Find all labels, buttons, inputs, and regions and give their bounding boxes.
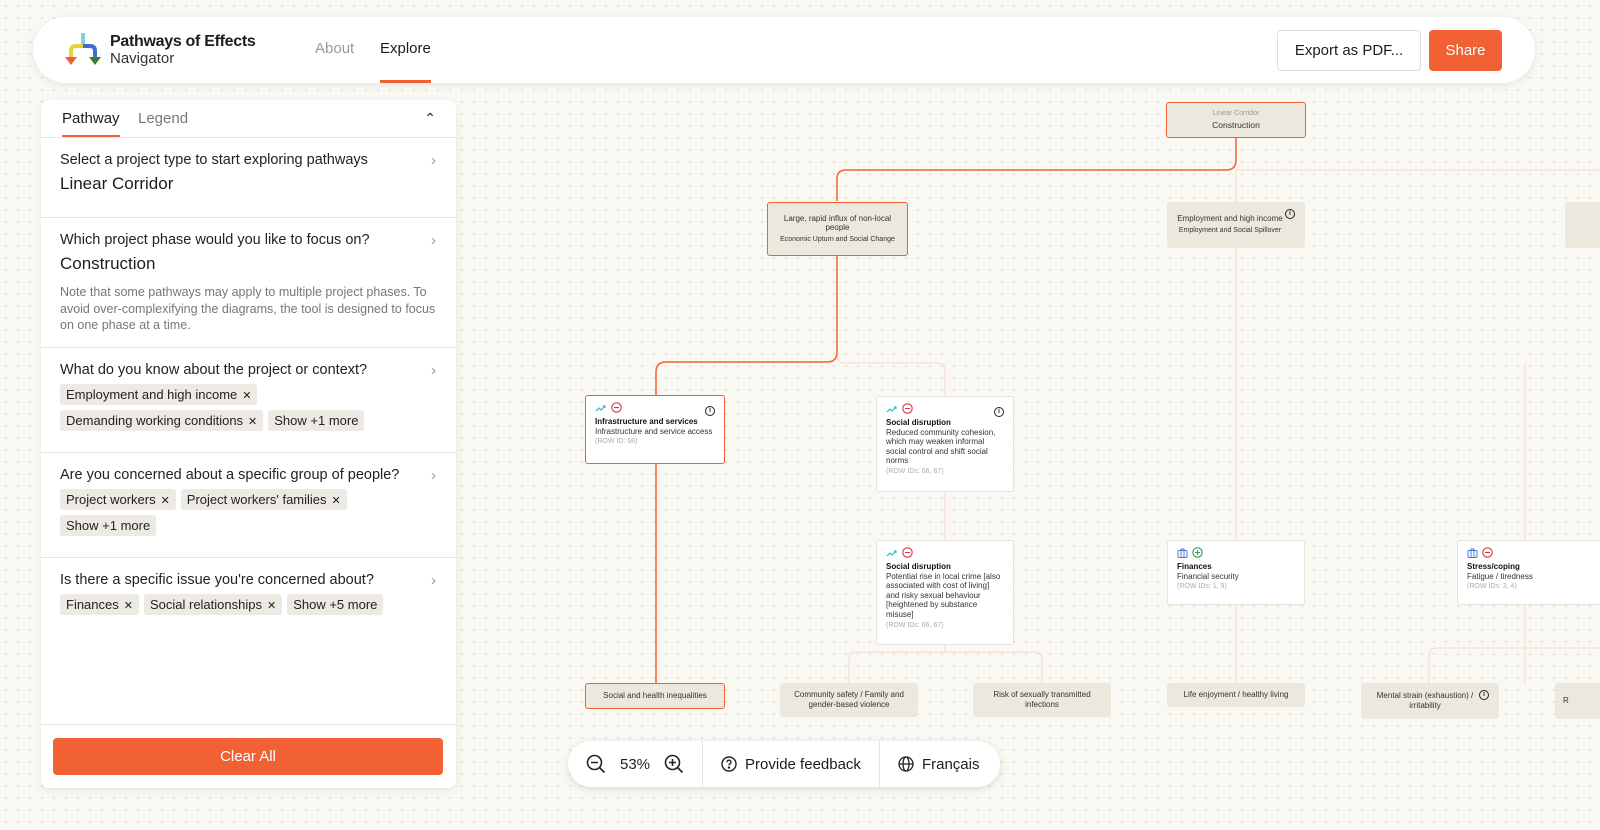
positive-effect-icon [1192, 547, 1203, 558]
info-icon[interactable]: i [1285, 209, 1295, 219]
trend-up-icon [886, 549, 897, 556]
node-sub: Employment and Social Spillover [1178, 227, 1282, 234]
info-icon[interactable]: i [994, 407, 1004, 417]
language-button[interactable]: Français [878, 741, 998, 787]
trend-up-icon [595, 404, 606, 411]
negative-effect-icon [1482, 547, 1493, 558]
outcome-node[interactable]: Life enjoyment / healthy living [1167, 683, 1305, 707]
trend-up-icon [886, 405, 897, 412]
outcome-node[interactable]: Community safety / Family and gender-bas… [780, 683, 918, 717]
info-icon[interactable]: i [705, 406, 715, 416]
effect-node[interactable]: Finances Financial security (ROW IDs: 1, 9… [1167, 540, 1305, 605]
help-circle-icon [721, 756, 737, 772]
feedback-label: Provide feedback [745, 755, 861, 773]
info-icon[interactable]: i [1479, 690, 1489, 700]
row-ids: (ROW IDs: 66, 67) [886, 621, 944, 629]
negative-effect-icon [902, 403, 913, 414]
node-desc: Infrastructure and service access [595, 426, 713, 436]
negative-effect-icon [902, 547, 913, 558]
node-title: Employment and high income [1177, 214, 1283, 224]
node-title: Stress/coping [1467, 562, 1520, 571]
node-desc: Fatigue / tiredness [1467, 571, 1533, 581]
zoom-in-icon[interactable] [664, 754, 684, 774]
row-ids: (ROW IDs: 66, 67) [886, 467, 944, 475]
node-sub: Economic Upturn and Social Change [780, 235, 895, 243]
node-title: Social disruption [886, 418, 951, 427]
language-label: Français [921, 755, 980, 773]
negative-effect-icon [611, 402, 622, 413]
outcome-node[interactable]: Risk of sexually transmitted infections [973, 683, 1111, 717]
briefcase-icon [1467, 548, 1478, 558]
effect-node[interactable]: Social disruption Potential rise in local… [876, 540, 1014, 645]
row-ids: (ROW ID: 68) [595, 438, 638, 446]
feedback-button[interactable]: Provide feedback [702, 741, 879, 787]
outcome-node-partial[interactable]: R [1555, 683, 1600, 719]
row-ids: (ROW IDs: 3, 4) [1467, 583, 1517, 591]
outcome-node[interactable]: Mental strain (exhaustion) / irritabilit… [1361, 683, 1499, 719]
zoom-level: 53% [620, 755, 651, 773]
node-desc: Potential rise in local crime [also asso… [886, 571, 1001, 619]
zoom-toolbar: 53% Provide feedback Français [568, 741, 1000, 787]
zoom-out-icon[interactable] [586, 754, 606, 774]
activity-node[interactable]: Employment and high income Employment an… [1167, 202, 1305, 248]
globe-icon [898, 756, 914, 772]
effect-node[interactable]: i Infrastructure and services Infrastructu… [585, 395, 725, 464]
briefcase-icon [1177, 548, 1188, 558]
node-title: Construction [1212, 120, 1260, 130]
node-desc: Financial security [1177, 571, 1239, 581]
outcome-node[interactable]: Social and health inequalities [585, 683, 725, 709]
node-label: Linear Corridor [1212, 110, 1260, 118]
node-title: Social disruption [886, 562, 951, 571]
node-desc: Reduced community cohesion, which may we… [886, 427, 996, 466]
node-title: Large, rapid influx of non-local people [783, 213, 892, 233]
effect-node[interactable]: Stress/coping Fatigue / tiredness (ROW IDs… [1457, 540, 1600, 605]
node-title: Finances [1177, 562, 1212, 571]
row-ids: (ROW IDs: 1, 9) [1177, 583, 1227, 591]
effect-node[interactable]: i Social disruption Reduced community cohe… [876, 396, 1014, 492]
node-title: Infrastructure and services [595, 417, 698, 426]
activity-node-partial[interactable] [1565, 202, 1600, 248]
node-title: Mental strain (exhaustion) / irritabilit… [1376, 691, 1474, 710]
root-node[interactable]: Linear Corridor Construction [1166, 102, 1306, 138]
activity-node[interactable]: Large, rapid influx of non-local people … [767, 202, 908, 256]
